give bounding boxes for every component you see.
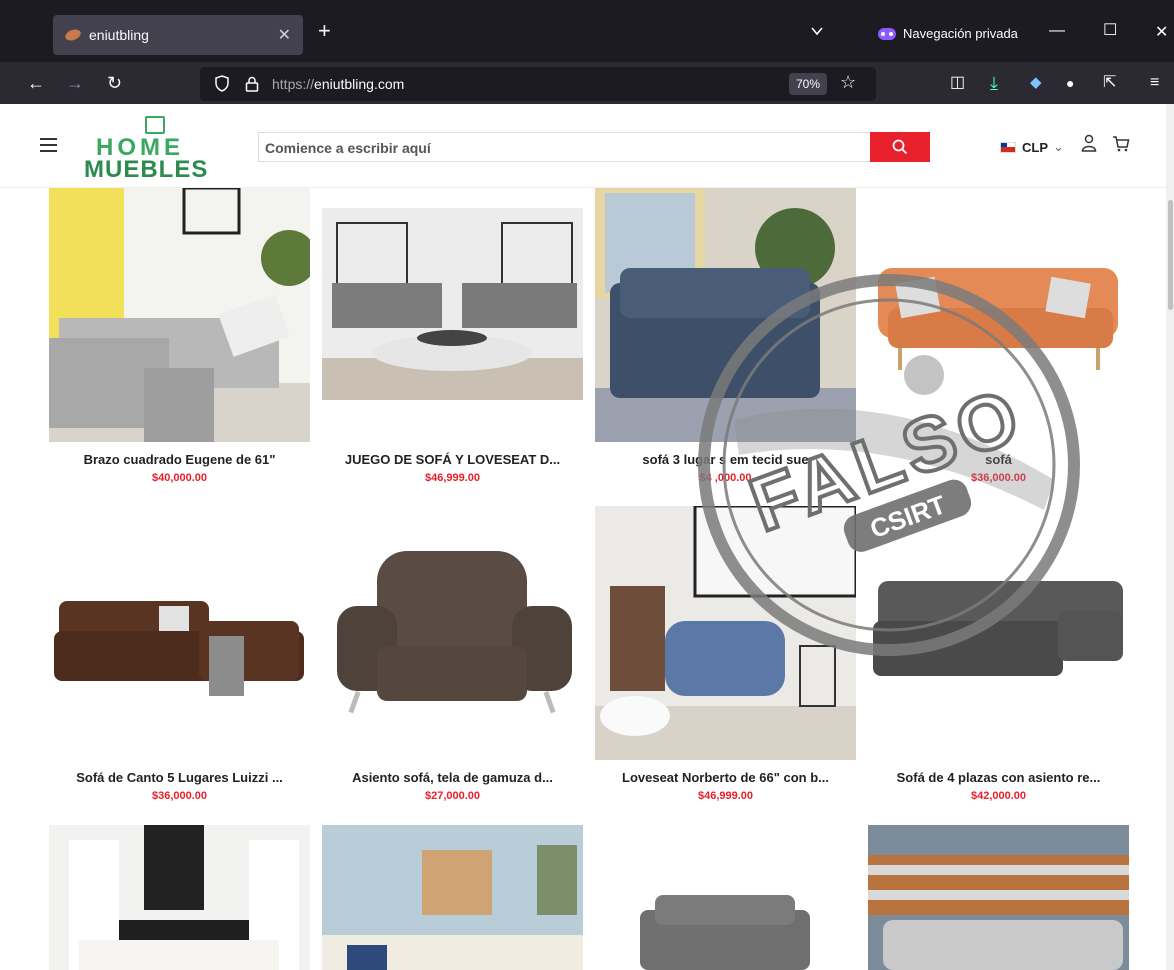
minimize-icon[interactable]: — [1049, 22, 1065, 40]
product-price: $36,000.00 [970, 472, 1027, 484]
product-image[interactable] [322, 825, 583, 970]
product-title[interactable]: sofá [868, 452, 1129, 467]
shopping-cart-icon[interactable] [1112, 136, 1130, 152]
chevron-down-icon: ⌄ [1053, 139, 1064, 154]
zoom-level[interactable]: 70% [789, 73, 827, 95]
product-title[interactable]: sofá 3 lugar s em tecid sue [595, 452, 856, 467]
url-protocol: https:// [272, 76, 315, 92]
extension-icon[interactable]: ◆ [1030, 72, 1042, 94]
app-menu-icon[interactable]: ≡ [1150, 72, 1159, 94]
product-title[interactable]: Asiento sofá, tela de gamuza d... [322, 770, 583, 785]
hamburger-menu-icon[interactable] [40, 138, 57, 152]
lock-icon[interactable] [245, 76, 259, 92]
product-title[interactable]: Sofá de 4 plazas con asiento re... [868, 770, 1129, 785]
product-image[interactable] [868, 506, 1129, 760]
currency-code: CLP [1022, 139, 1048, 155]
close-window-icon[interactable]: ✕ [1155, 22, 1168, 42]
site-logo[interactable]: HOME MUEBLES [84, 116, 207, 184]
share-icon[interactable]: ⇱ [1103, 72, 1116, 94]
bookmark-star-icon[interactable]: ☆ [840, 72, 856, 93]
search-button[interactable] [870, 132, 930, 162]
product-price: $4 ,000.00 [699, 472, 752, 484]
search-placeholder: Comience a escribir aquí [265, 140, 431, 156]
pocket-icon[interactable]: ◫ [950, 72, 965, 94]
chile-flag-icon [1000, 141, 1016, 153]
url-text[interactable]: https://eniutbling.com [272, 76, 404, 92]
product-price: $36,000.00 [151, 790, 208, 802]
search-icon [892, 139, 908, 155]
product-image[interactable] [322, 188, 583, 442]
product-image[interactable] [49, 188, 310, 442]
site-header: HOME MUEBLES Comience a escribir aquí CL… [0, 104, 1166, 188]
url-bar[interactable]: https://eniutbling.com 70% ☆ [200, 67, 876, 101]
maximize-icon[interactable]: ☐ [1103, 20, 1117, 40]
private-browsing-indicator: Navegación privada [878, 26, 1018, 41]
product-price: $46,999.00 [424, 472, 481, 484]
product-title[interactable]: Sofá de Canto 5 Lugares Luizzi ... [49, 770, 310, 785]
private-mask-icon [878, 27, 896, 40]
product-image[interactable] [595, 506, 856, 760]
tab-title: eniutbling [89, 27, 149, 43]
url-host: eniutbling.com [314, 76, 405, 92]
product-image[interactable] [595, 188, 856, 442]
product-image[interactable] [49, 825, 310, 970]
product-price: $27,000.00 [424, 790, 481, 802]
currency-selector[interactable]: CLP ⌄ [1000, 139, 1064, 155]
chevron-down-icon[interactable] [810, 24, 824, 38]
product-price: $40,000.00 [151, 472, 208, 484]
reload-icon[interactable]: ↻ [107, 72, 122, 94]
house-logo-icon [145, 116, 165, 134]
user-account-icon[interactable] [1081, 134, 1097, 152]
search-input[interactable]: Comience a escribir aquí [258, 132, 870, 162]
browser-nav-bar: ← → ↻ https://eniutbling.com 70% ☆ ◫ ⤓ ◆… [0, 62, 1174, 104]
logo-line-2: MUEBLES [84, 156, 209, 183]
browser-tab-bar: eniutbling ✕ + Navegación privada — ☐ ✕ [0, 0, 1174, 62]
ip-extension-icon[interactable]: ● [1066, 72, 1074, 94]
product-price: $42,000.00 [970, 790, 1027, 802]
new-tab-button[interactable]: + [318, 20, 331, 42]
product-image[interactable] [868, 188, 1129, 442]
product-price: $46,999.00 [697, 790, 754, 802]
back-arrow-icon[interactable]: ← [27, 72, 45, 94]
product-title[interactable]: JUEGO DE SOFÁ Y LOVESEAT D... [322, 452, 583, 467]
shield-icon[interactable] [215, 75, 229, 92]
private-browsing-label: Navegación privada [903, 26, 1018, 41]
forward-arrow-icon[interactable]: → [66, 72, 84, 94]
browser-tab[interactable]: eniutbling ✕ [53, 15, 303, 55]
product-image[interactable] [868, 825, 1129, 970]
download-icon[interactable]: ⤓ [990, 72, 998, 94]
close-tab-icon[interactable]: ✕ [278, 25, 291, 45]
product-title[interactable]: Loveseat Norberto de 66" con b... [595, 770, 856, 785]
product-title[interactable]: Brazo cuadrado Eugene de 61" [49, 452, 310, 467]
product-image[interactable] [49, 506, 310, 760]
product-image[interactable] [322, 506, 583, 760]
product-image[interactable] [595, 825, 856, 970]
site-favicon-icon [63, 27, 83, 43]
scrollbar-thumb[interactable] [1168, 200, 1173, 310]
